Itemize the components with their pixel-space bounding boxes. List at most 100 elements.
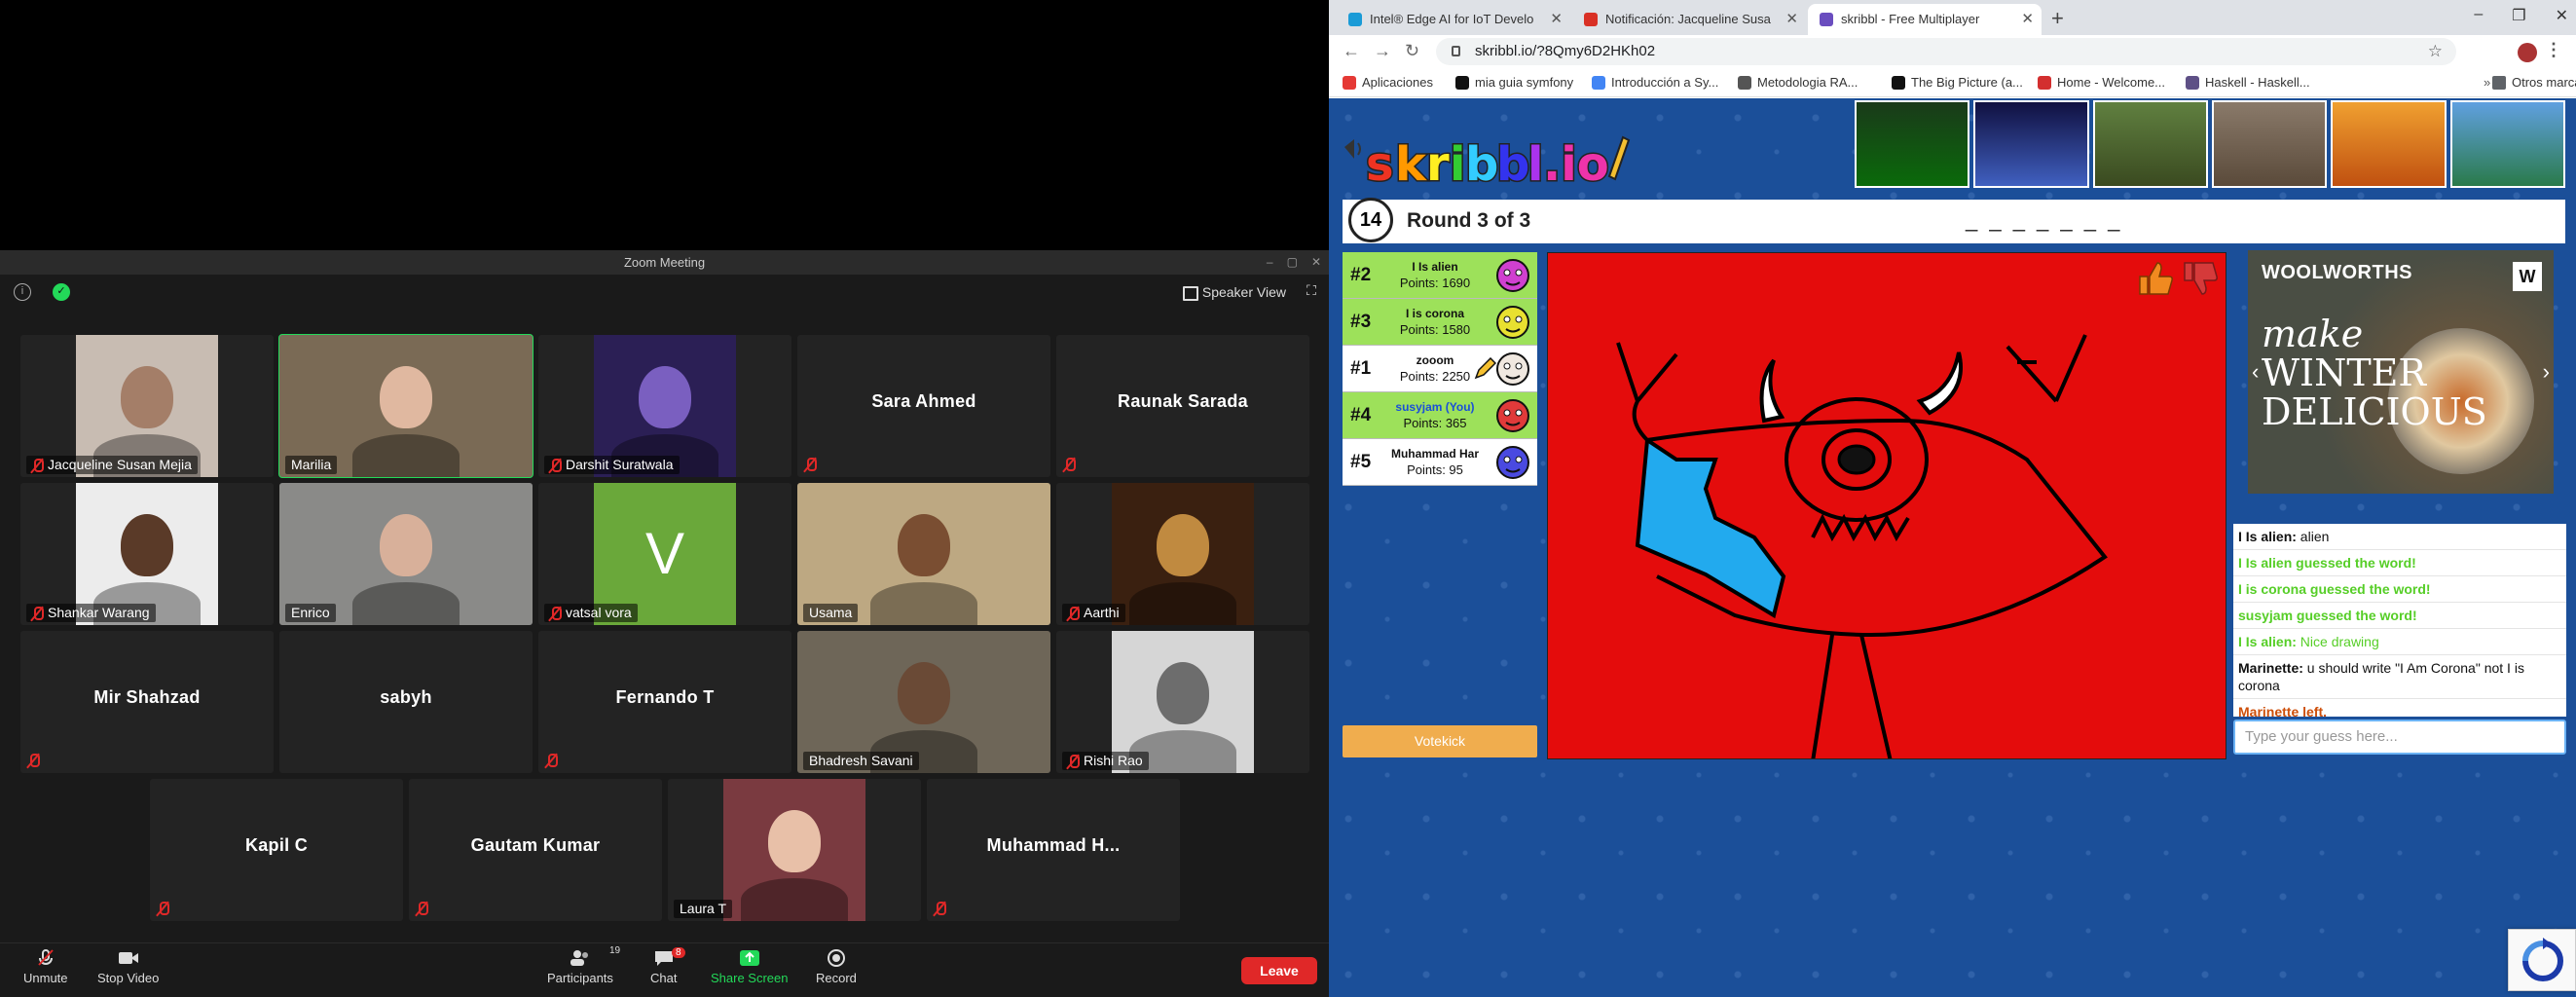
votekick-button[interactable]: Votekick	[1343, 725, 1537, 757]
participant-tile[interactable]: Raunak Sarada	[1056, 335, 1309, 477]
info-icon[interactable]: i	[14, 283, 31, 301]
bookmark-item[interactable]: Metodologia RA...	[1738, 68, 1858, 97]
fullscreen-icon[interactable]: ⛶	[1304, 282, 1319, 298]
profile-avatar[interactable]	[2518, 43, 2537, 62]
player-avatar-icon	[1496, 306, 1529, 339]
other-bookmarks[interactable]: Otros marcadores	[2492, 68, 2576, 97]
ad-next-icon[interactable]: ›	[2543, 359, 2550, 385]
more-bookmarks-icon[interactable]: »	[2464, 68, 2490, 97]
participant-tile[interactable]: sabyh	[279, 631, 533, 773]
ad-thumbnail[interactable]	[1973, 100, 2089, 188]
restore-icon[interactable]: ❐	[2512, 6, 2525, 25]
participant-tile[interactable]: Aarthi	[1056, 483, 1309, 625]
bookmark-item[interactable]: Home - Welcome...	[2038, 68, 2165, 97]
drawing-canvas[interactable]	[1547, 252, 2226, 762]
stop-video-button[interactable]: Stop Video	[97, 949, 159, 985]
close-icon[interactable]: ✕	[2556, 6, 2568, 25]
player-row[interactable]: #3 I is corona Points: 1580	[1343, 299, 1537, 346]
minimize-icon[interactable]: –	[2474, 6, 2483, 25]
mic-muted-icon	[38, 949, 54, 966]
maximize-icon[interactable]: ▢	[1287, 250, 1298, 275]
bookmark-item[interactable]: mia guia symfony	[1455, 68, 1573, 97]
ad-thumbnail[interactable]	[2449, 100, 2565, 188]
ad-thumbnail[interactable]	[2331, 100, 2447, 188]
zoom-window-controls: – ▢ ✕	[1267, 250, 1321, 275]
bookmark-item[interactable]: The Big Picture (a...	[1892, 68, 2023, 97]
bookmark-favicon-icon	[1455, 76, 1469, 90]
participant-tile[interactable]: Bhadresh Savani	[797, 631, 1050, 773]
game-ads-strip[interactable]	[1855, 100, 2565, 188]
intel-favicon-icon	[1348, 13, 1362, 26]
participant-tile[interactable]: Darshit Suratwala	[538, 335, 791, 477]
participant-tile[interactable]: Gautam Kumar	[409, 779, 662, 921]
thumbs-down-icon[interactable]	[2181, 259, 2220, 298]
player-row[interactable]: #1 zooom Points: 2250	[1343, 346, 1537, 392]
participant-tile[interactable]: Rishi Rao	[1056, 631, 1309, 773]
participant-name: sabyh	[380, 687, 432, 707]
participants-count: 19	[609, 945, 621, 956]
player-avatar-icon	[1496, 446, 1529, 479]
tab-close-icon[interactable]: ✕	[1550, 4, 1563, 35]
participant-tile[interactable]: Muhammad H...	[927, 779, 1180, 921]
recaptcha-badge[interactable]	[2508, 929, 2576, 991]
bookmark-item[interactable]: Introducción a Sy...	[1592, 68, 1718, 97]
tab-gmail[interactable]: Notificación: Jacqueline Susa ✕	[1572, 4, 1806, 35]
new-tab-icon[interactable]: +	[2051, 4, 2064, 33]
tab-close-icon[interactable]: ✕	[2021, 4, 2034, 35]
participant-tile[interactable]: Vvatsal vora	[538, 483, 791, 625]
participant-name: Enrico	[291, 605, 330, 620]
sidebar-ad[interactable]: WOOLWORTHS W make WINTER DELICIOUS ‹ ›	[2248, 250, 2554, 494]
share-screen-button[interactable]: Share Screen	[711, 949, 789, 985]
participants-button[interactable]: 19 Participants	[547, 945, 620, 985]
minimize-icon[interactable]: –	[1267, 250, 1273, 275]
timer-value: 14	[1359, 209, 1382, 231]
unmute-button[interactable]: Unmute	[23, 949, 68, 985]
player-row[interactable]: #2 I Is alien Points: 1690	[1343, 252, 1537, 299]
bookmark-item[interactable]: Haskell - Haskell...	[2186, 68, 2310, 97]
participant-tile[interactable]: Usama	[797, 483, 1050, 625]
participant-tile[interactable]: Fernando T	[538, 631, 791, 773]
shield-icon[interactable]: ✓	[53, 283, 70, 301]
participant-tile[interactable]: Kapil C	[150, 779, 403, 921]
ad-thumbnail[interactable]	[1855, 100, 1970, 188]
avatar-initial: V	[644, 521, 685, 586]
participant-tile[interactable]: Jacqueline Susan Mejia	[20, 335, 274, 477]
reload-icon[interactable]: ↻	[1405, 41, 1419, 61]
lock-icon	[1452, 46, 1460, 56]
participant-tile[interactable]: Shankar Warang	[20, 483, 274, 625]
leave-button[interactable]: Leave	[1241, 957, 1317, 984]
tab-close-icon[interactable]: ✕	[1785, 4, 1798, 35]
speaker-view-button[interactable]: Speaker View	[1181, 280, 1286, 304]
chat-text: I Is alien guessed the word!	[2238, 555, 2416, 571]
forward-icon[interactable]: →	[1374, 41, 1391, 61]
participant-tile[interactable]: Marilia	[278, 334, 534, 478]
bookmark-item[interactable]: Aplicaciones	[1343, 68, 1433, 97]
back-icon[interactable]: ←	[1343, 41, 1360, 61]
thumbs-up-icon[interactable]	[2136, 259, 2175, 298]
close-icon[interactable]: ✕	[1311, 250, 1321, 275]
menu-icon[interactable]: ⋮	[2545, 40, 2562, 60]
zoom-top-bar: i ✓ Speaker View ⛶	[0, 275, 1329, 310]
address-bar[interactable]: skribbl.io/?8Qmy6D2HKh02 ☆	[1436, 38, 2456, 65]
tab-skribbl[interactable]: skribbl - Free Multiplayer ✕	[1808, 4, 2042, 35]
participant-tile[interactable]: Mir Shahzad	[20, 631, 274, 773]
participant-tile[interactable]: Laura T	[668, 779, 921, 921]
tab-intel[interactable]: Intel® Edge AI for IoT Develo ✕	[1337, 4, 1570, 35]
player-row[interactable]: #5 Muhammad Har Points: 95	[1343, 439, 1537, 486]
bookmark-label: The Big Picture (a...	[1911, 75, 2023, 90]
chat-message: Marinette left.	[2233, 699, 2566, 717]
ad-headline-line3: DELICIOUS	[2262, 390, 2487, 433]
player-row[interactable]: #4 susyjam (You) Points: 365	[1343, 392, 1537, 439]
participant-tile[interactable]: Enrico	[279, 483, 533, 625]
participant-name: Bhadresh Savani	[809, 753, 913, 768]
chat-button[interactable]: 8 Chat	[650, 947, 685, 985]
participant-face	[1157, 662, 1209, 725]
participant-tile[interactable]: Sara Ahmed	[797, 335, 1050, 477]
record-button[interactable]: Record	[816, 949, 857, 985]
ad-thumbnail[interactable]	[2211, 100, 2328, 188]
ad-prev-icon[interactable]: ‹	[2252, 359, 2259, 385]
guess-input[interactable]: Type your guess here...	[2233, 720, 2566, 755]
chat-text: Nice drawing	[2296, 634, 2379, 649]
bookmark-star-icon[interactable]: ☆	[2428, 38, 2443, 65]
ad-thumbnail[interactable]	[2092, 100, 2208, 188]
